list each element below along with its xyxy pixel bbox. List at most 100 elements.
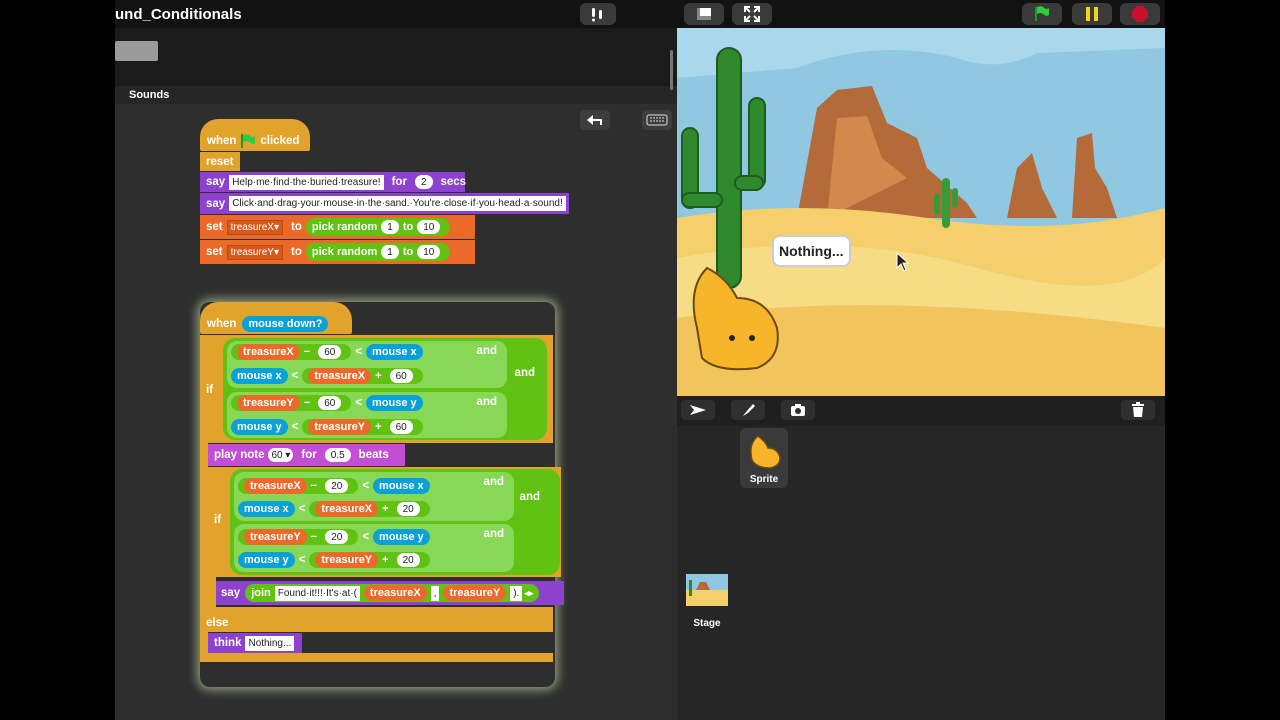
- mouse-y-reporter[interactable]: mouse y: [238, 552, 295, 568]
- treasurex-variable[interactable]: treasureX: [315, 501, 379, 517]
- variable-dropdown[interactable]: treasureX ▾: [226, 219, 284, 235]
- plus-reporter[interactable]: treasureY +60: [302, 419, 423, 435]
- mouse-x-reporter[interactable]: mouse x: [366, 344, 423, 360]
- scripting-area[interactable]: when clicked reset say Help·me·find·the·…: [115, 104, 677, 720]
- minus-reporter[interactable]: treasureY −20: [238, 529, 359, 545]
- palette-scrollbar[interactable]: [670, 50, 673, 90]
- number-input[interactable]: 20: [396, 553, 420, 567]
- to-label: to: [402, 221, 414, 233]
- paint-new-sprite-button[interactable]: [731, 400, 765, 420]
- less-than-predicate[interactable]: treasureY −20 < mouse y: [238, 529, 430, 545]
- mouse-x-reporter[interactable]: mouse x: [238, 501, 295, 517]
- mouse-y-reporter[interactable]: mouse y: [373, 529, 430, 545]
- number-input[interactable]: 20: [325, 479, 349, 493]
- play-note-block[interactable]: play note 60 ▾ for 0.5 beats: [208, 444, 405, 466]
- say-block[interactable]: say Click·and·drag·your·mouse·in·the·san…: [200, 193, 569, 214]
- to-label: to: [402, 246, 414, 258]
- treasurey-variable[interactable]: treasureY: [244, 529, 307, 545]
- camera-icon: [791, 404, 805, 416]
- set-treasurex-block[interactable]: set treasureX ▾ to pick random 1 to 10: [200, 215, 475, 239]
- palette-block[interactable]: [115, 41, 158, 61]
- think-block[interactable]: think Nothing...: [208, 633, 302, 653]
- random-to-input[interactable]: 10: [417, 220, 441, 234]
- join-text-input[interactable]: Found·it!!!·It's·at·(: [274, 585, 360, 601]
- treasurex-variable[interactable]: treasureX: [308, 368, 372, 384]
- mouse-y-reporter[interactable]: mouse y: [366, 395, 423, 411]
- green-flag-button[interactable]: [1022, 3, 1062, 25]
- stop-button[interactable]: [1120, 3, 1160, 25]
- less-than-predicate[interactable]: mouse x < treasureX +20: [238, 501, 430, 517]
- set-treasurey-block[interactable]: set treasureY ▾ to pick random 1 to 10: [200, 240, 475, 264]
- plus-reporter[interactable]: treasureX +60: [302, 368, 423, 384]
- join-reporter[interactable]: join Found·it!!!·It's·at·( treasureX , t…: [245, 584, 540, 602]
- random-to-input[interactable]: 10: [417, 245, 441, 259]
- secs-input[interactable]: 2: [414, 175, 433, 189]
- tab-sounds[interactable]: Sounds: [119, 86, 180, 104]
- pick-random-reporter[interactable]: pick random 1 to 10: [305, 243, 451, 261]
- when-flag-clicked-hat[interactable]: when clicked: [200, 119, 310, 151]
- treasurey-variable[interactable]: treasureY: [443, 585, 507, 601]
- number-input[interactable]: 60: [389, 369, 413, 383]
- plus-reporter[interactable]: treasureX +20: [309, 501, 430, 517]
- plus-reporter[interactable]: treasureY +20: [309, 552, 430, 568]
- stop-sign-button[interactable]: [580, 3, 616, 25]
- green-flag-icon: [241, 134, 256, 148]
- say-join-block[interactable]: say join Found·it!!!·It's·at·( treasureX…: [216, 581, 564, 605]
- join-text-input[interactable]: ,: [430, 585, 440, 601]
- minus-reporter[interactable]: treasureX −20: [238, 478, 359, 494]
- pause-button[interactable]: [1072, 3, 1112, 25]
- say-text-input[interactable]: Help·me·find·the·buried·treasure!: [229, 174, 384, 190]
- less-than-predicate[interactable]: mouse y < treasureY +20: [238, 552, 430, 568]
- pick-random-reporter[interactable]: pick random 1 to 10: [305, 218, 451, 236]
- less-than-label: <: [298, 554, 306, 566]
- mouse-down-predicate[interactable]: mouse down?: [242, 316, 329, 332]
- number-input[interactable]: 60: [318, 396, 342, 410]
- say-text-input[interactable]: Click·and·drag·your·mouse·in·the·sand.·Y…: [229, 196, 566, 211]
- less-than-predicate[interactable]: mouse y < treasureY +60: [231, 419, 423, 435]
- treasurex-variable[interactable]: treasureX: [363, 585, 427, 601]
- minus-reporter[interactable]: treasureX −60: [231, 344, 352, 360]
- trash-button[interactable]: [1121, 400, 1155, 420]
- mouse-x-reporter[interactable]: mouse x: [231, 368, 288, 384]
- treasurey-variable[interactable]: treasureY: [308, 419, 372, 435]
- presentation-mode-button[interactable]: [732, 3, 772, 25]
- when-condition-hat[interactable]: when mouse down?: [200, 302, 352, 334]
- minus-reporter[interactable]: treasureY −60: [231, 395, 352, 411]
- treasurex-variable[interactable]: treasureX: [244, 478, 307, 494]
- undo-button[interactable]: [580, 110, 610, 130]
- variable-dropdown[interactable]: treasureY ▾: [226, 244, 284, 260]
- arity-arrows-icon[interactable]: ◂▸: [524, 588, 533, 599]
- less-than-predicate[interactable]: treasureY −60 < mouse y: [231, 395, 423, 411]
- random-from-input[interactable]: 1: [381, 245, 399, 259]
- keyboard-entry-button[interactable]: [642, 110, 672, 130]
- reset-block[interactable]: reset: [200, 152, 240, 171]
- treasurex-variable[interactable]: treasureX: [237, 344, 300, 360]
- stage-thumbnail[interactable]: [686, 574, 728, 606]
- if-else-bottom: [200, 653, 553, 662]
- camera-sprite-button[interactable]: [781, 400, 815, 420]
- think-text-input[interactable]: Nothing...: [245, 635, 295, 651]
- stage-size-toggle-button[interactable]: [684, 3, 724, 25]
- add-turtle-sprite-button[interactable]: [681, 400, 715, 420]
- number-input[interactable]: 60: [389, 420, 413, 434]
- sprite-thumbnail[interactable]: Sprite: [740, 428, 788, 488]
- mouse-x-reporter[interactable]: mouse x: [373, 478, 430, 494]
- less-than-label: <: [355, 397, 363, 409]
- say-for-secs-block[interactable]: say Help·me·find·the·buried·treasure! fo…: [200, 172, 466, 192]
- beats-input[interactable]: 0.5: [324, 448, 351, 462]
- stage[interactable]: Nothing...: [677, 28, 1165, 396]
- mouse-y-reporter[interactable]: mouse y: [231, 419, 288, 435]
- note-input[interactable]: 60 ▾: [268, 448, 294, 462]
- think-label: think: [214, 637, 242, 649]
- number-input[interactable]: 20: [325, 530, 349, 544]
- less-than-predicate[interactable]: mouse x < treasureX +60: [231, 368, 423, 384]
- less-than-predicate[interactable]: treasureX −20 < mouse x: [238, 478, 430, 494]
- join-text-input[interactable]: ).: [510, 585, 523, 601]
- random-from-input[interactable]: 1: [381, 220, 399, 234]
- less-than-predicate[interactable]: treasureX −60 < mouse x: [231, 344, 423, 360]
- fullscreen-icon: [744, 6, 760, 22]
- treasurey-variable[interactable]: treasureY: [315, 552, 379, 568]
- treasurey-variable[interactable]: treasureY: [237, 395, 300, 411]
- number-input[interactable]: 60: [318, 345, 342, 359]
- number-input[interactable]: 20: [396, 502, 420, 516]
